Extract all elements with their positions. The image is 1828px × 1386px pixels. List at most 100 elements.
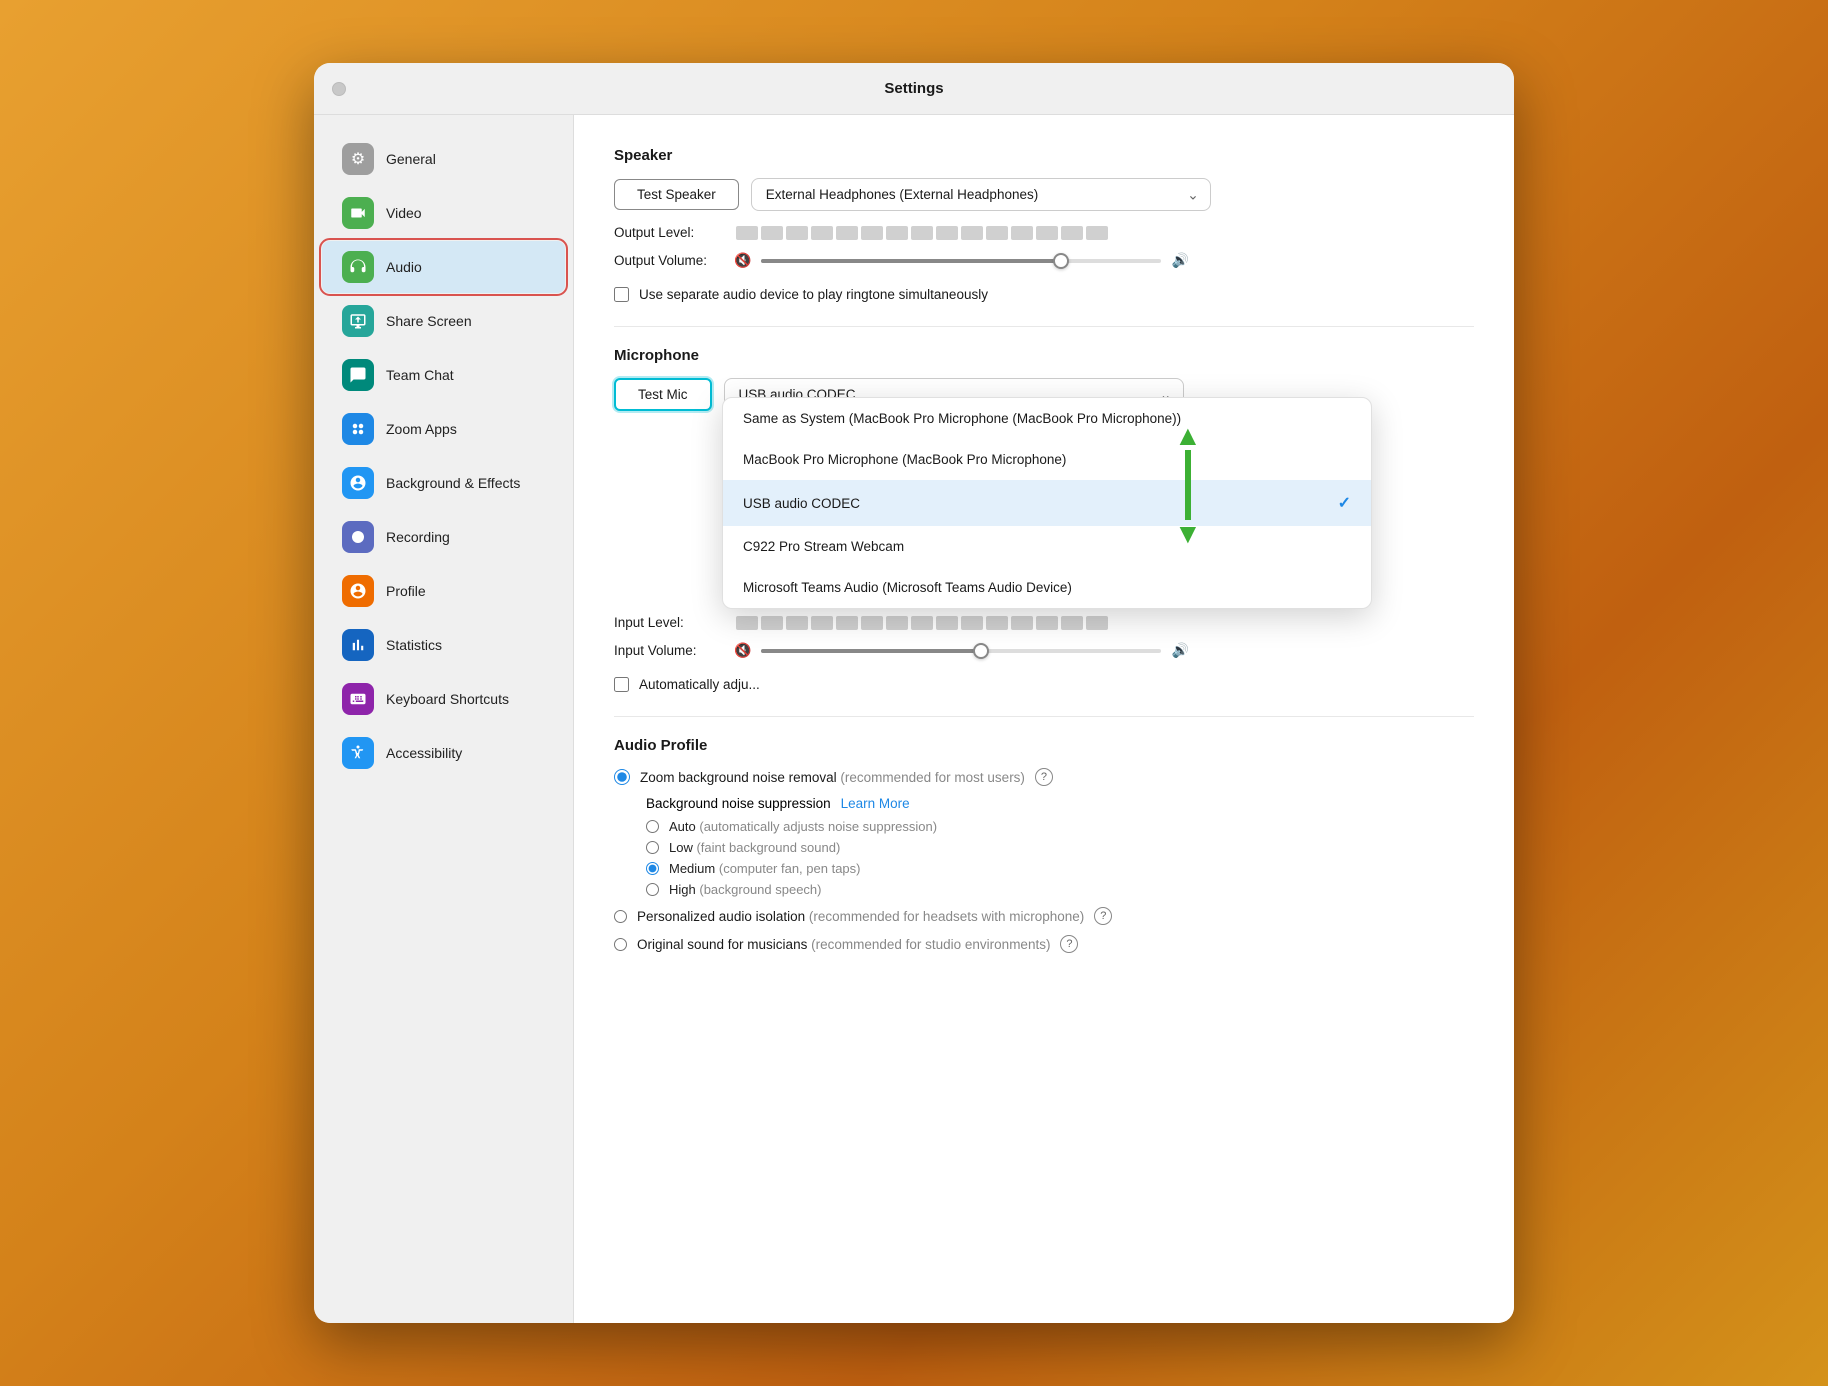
test-speaker-button[interactable]: Test Speaker: [614, 179, 739, 210]
arrow-up-indicator: ▲: [1174, 422, 1202, 450]
dropdown-item-3[interactable]: C922 Pro Stream Webcam: [723, 526, 1371, 567]
sidebar-item-profile[interactable]: Profile: [322, 565, 565, 617]
speaker-section-title: Speaker: [614, 147, 1474, 164]
sidebar-label-video: Video: [386, 205, 422, 221]
sidebar-item-keyboard-shortcuts[interactable]: Keyboard Shortcuts: [322, 673, 565, 725]
microphone-section-title: Microphone: [614, 347, 1474, 364]
output-volume-label: Output Volume:: [614, 253, 724, 268]
test-mic-button[interactable]: Test Mic: [614, 378, 712, 411]
level-bar-9: [936, 226, 958, 240]
input-vol-low-icon: 🔇: [734, 642, 751, 659]
sidebar-label-keyboard-shortcuts: Keyboard Shortcuts: [386, 691, 509, 707]
sidebar-item-statistics[interactable]: Statistics: [322, 619, 565, 671]
sidebar-item-share-screen[interactable]: Share Screen: [322, 295, 565, 347]
speaker-device-select[interactable]: External Headphones (External Headphones…: [751, 178, 1211, 211]
sidebar-item-accessibility[interactable]: Accessibility: [322, 727, 565, 779]
window-title: Settings: [884, 80, 943, 97]
noise-high-row: High (background speech): [646, 882, 1474, 897]
original-sound-label: Original sound for musicians (recommende…: [637, 937, 1050, 952]
sidebar-item-general[interactable]: ⚙ General: [322, 133, 565, 185]
ringtone-checkbox[interactable]: [614, 287, 629, 302]
divider-2: [614, 716, 1474, 717]
dropdown-item-1[interactable]: MacBook Pro Microphone (MacBook Pro Micr…: [723, 439, 1371, 480]
noise-low-row: Low (faint background sound): [646, 840, 1474, 855]
sidebar-label-recording: Recording: [386, 529, 450, 545]
input-volume-slider[interactable]: [761, 649, 1161, 653]
level-bar-10: [961, 226, 983, 240]
input-slider-thumb[interactable]: [973, 643, 989, 659]
zoom-bg-noise-label: Zoom background noise removal (recommend…: [640, 770, 1025, 785]
noise-low-radio[interactable]: [646, 841, 659, 854]
dropdown-item-2[interactable]: USB audio CODEC ✓: [723, 480, 1371, 526]
personalized-help-icon[interactable]: ?: [1094, 907, 1112, 925]
in-level-bar-3: [786, 616, 808, 630]
personalized-audio-row: Personalized audio isolation (recommende…: [614, 907, 1474, 925]
sidebar-item-team-chat[interactable]: Team Chat: [322, 349, 565, 401]
noise-medium-label: Medium (computer fan, pen taps): [669, 861, 861, 876]
sidebar-item-audio[interactable]: Audio: [322, 241, 565, 293]
noise-high-label: High (background speech): [669, 882, 822, 897]
noise-medium-radio[interactable]: [646, 862, 659, 875]
dropdown-checkmark: ✓: [1338, 493, 1351, 513]
original-sound-row: Original sound for musicians (recommende…: [614, 935, 1474, 953]
original-sound-radio[interactable]: [614, 938, 627, 951]
original-sound-help-icon[interactable]: ?: [1060, 935, 1078, 953]
speaker-row: Test Speaker External Headphones (Extern…: [614, 178, 1474, 211]
ringtone-checkbox-row: Use separate audio device to play ringto…: [614, 287, 1474, 302]
slider-thumb[interactable]: [1053, 253, 1069, 269]
zoom-bg-noise-radio[interactable]: [614, 769, 630, 785]
noise-low-label: Low (faint background sound): [669, 840, 840, 855]
recording-icon: [342, 521, 374, 553]
level-bar-6: [861, 226, 883, 240]
zoom-bg-noise-help-icon[interactable]: ?: [1035, 768, 1053, 786]
auto-adjust-checkbox-row: Automatically adju...: [614, 677, 1474, 692]
zoom-bg-noise-row: Zoom background noise removal (recommend…: [614, 768, 1474, 786]
traffic-light-close[interactable]: [332, 82, 346, 96]
in-level-bar-9: [936, 616, 958, 630]
settings-window: Settings ⚙ General Video Audio: [314, 63, 1514, 1323]
personalized-audio-label: Personalized audio isolation (recommende…: [637, 909, 1084, 924]
output-level-row: Output Level:: [614, 225, 1474, 240]
sidebar-item-recording[interactable]: Recording: [322, 511, 565, 563]
level-bar-14: [1061, 226, 1083, 240]
bg-noise-suppression-label: Background noise suppression: [646, 796, 831, 811]
dropdown-item-4-label: Microsoft Teams Audio (Microsoft Teams A…: [743, 580, 1072, 595]
learn-more-link[interactable]: Learn More: [841, 796, 910, 811]
sidebar-label-profile: Profile: [386, 583, 426, 599]
level-bar-1: [736, 226, 758, 240]
in-level-bar-12: [1011, 616, 1033, 630]
main-layout: ⚙ General Video Audio Share Screen: [314, 115, 1514, 1323]
microphone-dropdown-menu[interactable]: Same as System (MacBook Pro Microphone (…: [722, 397, 1372, 609]
input-level-bars: [736, 616, 1108, 630]
profile-icon: [342, 575, 374, 607]
sidebar-item-background-effects[interactable]: Background & Effects: [322, 457, 565, 509]
dropdown-item-0[interactable]: Same as System (MacBook Pro Microphone (…: [723, 398, 1371, 439]
input-volume-row: Input Volume: 🔇 🔊: [614, 642, 1474, 659]
keyboard-shortcuts-icon: [342, 683, 374, 715]
zoom-apps-icon: [342, 413, 374, 445]
personalized-audio-radio[interactable]: [614, 910, 627, 923]
sidebar-item-zoom-apps[interactable]: Zoom Apps: [322, 403, 565, 455]
audio-profile-title: Audio Profile: [614, 737, 1474, 754]
output-volume-slider[interactable]: [761, 259, 1161, 263]
sidebar-item-video[interactable]: Video: [322, 187, 565, 239]
sidebar: ⚙ General Video Audio Share Screen: [314, 115, 574, 1323]
in-level-bar-15: [1086, 616, 1108, 630]
in-level-bar-1: [736, 616, 758, 630]
dropdown-item-4[interactable]: Microsoft Teams Audio (Microsoft Teams A…: [723, 567, 1371, 608]
title-bar: Settings: [314, 63, 1514, 115]
volume-low-icon: 🔇: [734, 252, 751, 269]
noise-auto-radio[interactable]: [646, 820, 659, 833]
auto-adjust-checkbox[interactable]: [614, 677, 629, 692]
ringtone-label: Use separate audio device to play ringto…: [639, 287, 988, 302]
speaker-device-wrapper: External Headphones (External Headphones…: [751, 178, 1211, 211]
noise-auto-label: Auto (automatically adjusts noise suppre…: [669, 819, 937, 834]
dropdown-item-1-label: MacBook Pro Microphone (MacBook Pro Micr…: [743, 452, 1066, 467]
bg-noise-suppression-sub: Background noise suppression Learn More …: [646, 796, 1474, 897]
level-bar-13: [1036, 226, 1058, 240]
level-bar-12: [1011, 226, 1033, 240]
noise-high-radio[interactable]: [646, 883, 659, 896]
in-level-bar-10: [961, 616, 983, 630]
sidebar-label-statistics: Statistics: [386, 637, 442, 653]
in-level-bar-8: [911, 616, 933, 630]
